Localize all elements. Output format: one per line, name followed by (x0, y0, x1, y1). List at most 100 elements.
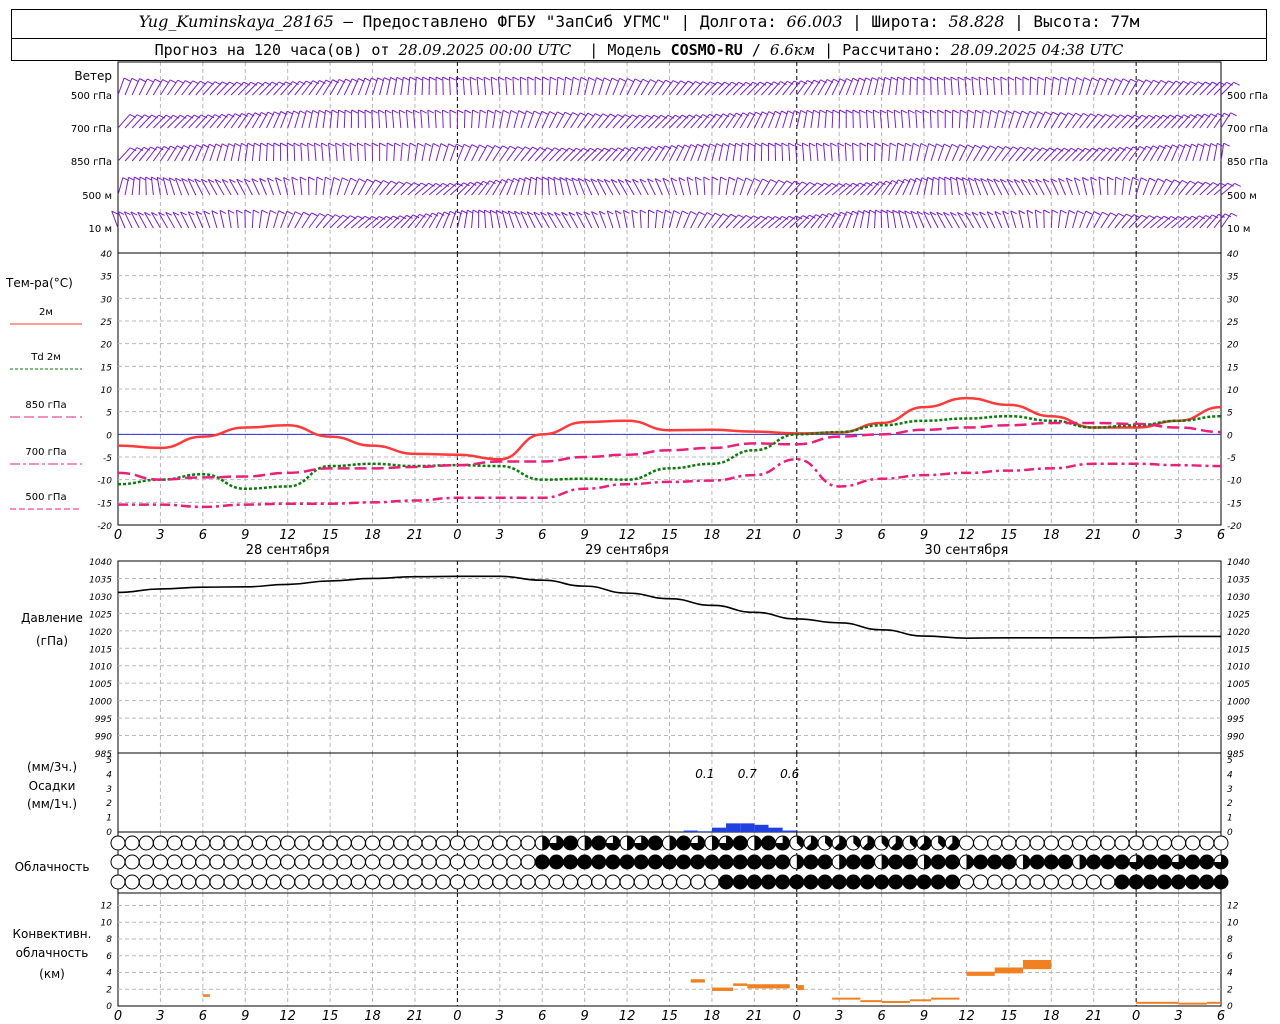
hour-tick-label: 3 (1174, 528, 1182, 543)
wind-barb-flag (886, 109, 894, 114)
wind-barb-flag (357, 142, 364, 147)
hour-tick-label: 12 (619, 1009, 636, 1024)
wind-barb (694, 177, 699, 196)
wind-barb-flag (823, 142, 830, 147)
wind-barb-flag (682, 210, 689, 215)
wind-barb-flag (303, 211, 310, 216)
wind-barb-flag (221, 143, 229, 148)
cloud-symbol (1171, 874, 1187, 890)
precip-tick-label: 4 (1227, 770, 1233, 780)
pressure-tick-label: 990 (1227, 733, 1244, 743)
cloud-symbol (987, 854, 1003, 870)
cloud-symbol (365, 835, 381, 851)
cloud-symbol (548, 854, 564, 870)
wind-barb (393, 181, 407, 196)
wind-barb-flag (930, 76, 937, 81)
wind-barb-flag (634, 78, 642, 83)
wind-barb-flag (1021, 110, 1029, 115)
wind-barb-flag (553, 176, 561, 181)
cloud-symbol (760, 835, 776, 851)
cloud-fill (924, 855, 932, 869)
wind-barb-flag (781, 142, 789, 147)
wind-barb-flag (1075, 112, 1082, 117)
wind-barb-flag (770, 179, 777, 183)
wind-barb (591, 211, 600, 229)
wind-barb (1199, 182, 1214, 196)
cloud-symbol (464, 874, 480, 890)
wind-barb (1098, 177, 1102, 196)
wind-barb-flag (1230, 212, 1238, 217)
wind-barb-flag (228, 143, 235, 148)
wind-barb-flag (333, 176, 341, 181)
wind-barb-flag (665, 79, 672, 84)
cloud-symbol (322, 874, 338, 890)
wind-barb (400, 182, 415, 196)
wind-barb-flag (1157, 178, 1165, 183)
wind-barb (236, 210, 239, 229)
wind-barb-flag (541, 110, 549, 115)
cloud-symbol (1015, 835, 1031, 851)
wind-barb (294, 212, 304, 229)
wind-barb-flag (884, 76, 892, 81)
wind-barb-flag (986, 76, 993, 81)
hour-tick-label: 6 (199, 528, 207, 543)
cloud-symbol (209, 835, 225, 851)
wind-barb-flag (147, 78, 154, 83)
wind-barb-flag (915, 109, 922, 114)
wind-barb-flag (547, 176, 555, 181)
cloud-symbol (294, 854, 310, 870)
wind-barb-flag (859, 109, 866, 114)
cloud-symbol (421, 874, 437, 890)
pressure-tick-label: 1010 (1227, 663, 1250, 673)
wind-barb-flag (893, 109, 901, 114)
conv-cloud-bar (796, 985, 804, 991)
wind-barb-flag (580, 76, 588, 81)
wind-barb-flag (483, 76, 491, 81)
cloud-symbol (690, 854, 706, 870)
wind-barb (1000, 77, 1003, 96)
wind-barb (1057, 210, 1062, 229)
cloud-symbol (718, 874, 734, 890)
wind-barb-flag (364, 142, 371, 147)
precip-bar (711, 827, 727, 832)
temp-tick-label: -20 (97, 522, 112, 532)
wind-barb-flag (177, 79, 185, 84)
wind-barb (351, 215, 366, 229)
temp-tick-label: 25 (1227, 318, 1239, 328)
temp-tick-label: -10 (1227, 477, 1242, 487)
cloud-symbol (1128, 874, 1144, 890)
cloud-symbol (181, 854, 197, 870)
wind-barb-flag (293, 142, 301, 147)
wind-barb-flag (382, 180, 390, 184)
wind-barb (893, 110, 897, 129)
cloud-symbol (393, 835, 409, 851)
hour-tick-label: 21 (1085, 528, 1102, 543)
wind-barb (907, 110, 911, 129)
wind-barb-flag (417, 142, 424, 147)
hour-tick-label: 21 (746, 528, 763, 543)
wind-barb (478, 110, 481, 129)
wind-barb (676, 144, 685, 162)
wind-barb (1043, 77, 1047, 96)
wind-barb (845, 78, 854, 96)
wind-barb (343, 215, 359, 229)
conv-cloud-bar (909, 999, 932, 1002)
wind-barb-flag (432, 143, 440, 147)
temp-tick-label: 20 (1227, 341, 1239, 351)
cloud-symbol (1043, 854, 1059, 870)
wind-barb-flag (300, 142, 307, 147)
cloud-symbol (138, 874, 154, 890)
cloud-symbol (280, 854, 296, 870)
wind-barb (1128, 79, 1139, 96)
cloud-symbol (534, 874, 550, 890)
wind-barb-flag (316, 176, 324, 181)
conv-cloud-bar (711, 987, 734, 991)
wind-barb-flag (975, 109, 982, 114)
wind-barb-flag (891, 76, 898, 81)
wind-barb-flag (299, 110, 307, 115)
wind-barb (513, 177, 521, 196)
cloud-fill (669, 836, 677, 850)
hour-tick-label: 15 (1001, 1009, 1018, 1024)
wind-barb (817, 182, 833, 196)
wind-barb-flag (1037, 76, 1045, 81)
